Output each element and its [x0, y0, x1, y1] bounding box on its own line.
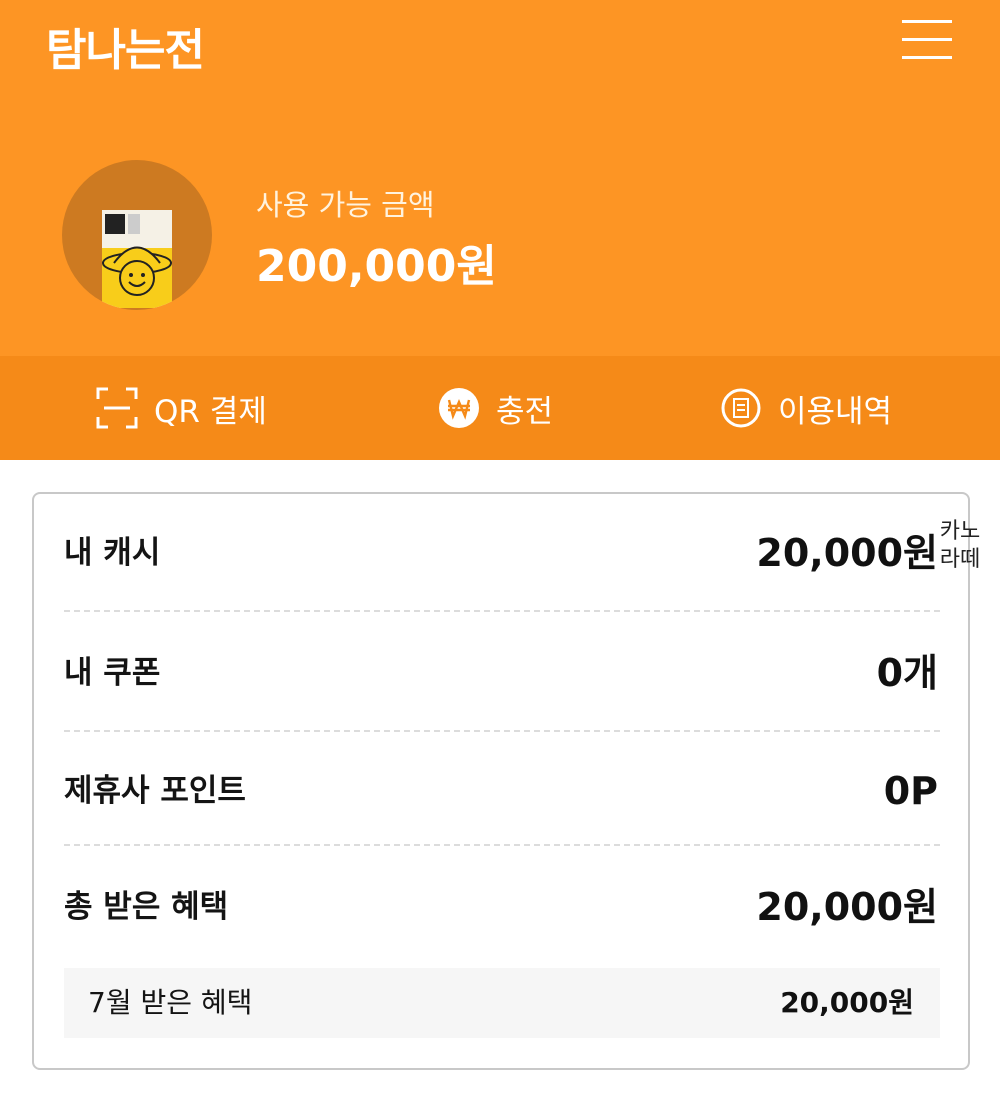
action-bar: QR 결제 충전 이용내역	[0, 356, 1000, 460]
hamburger-menu-icon-bar	[902, 38, 952, 41]
qr-payment-label: QR 결제	[154, 393, 267, 430]
cash-row[interactable]: 내 캐시 20,000원	[64, 494, 940, 612]
app-title: 탐나는전	[46, 25, 205, 76]
won-circle-icon	[439, 388, 479, 428]
monthly-benefit-value: 20,000원	[780, 986, 914, 1019]
watermark-line: 라떼	[939, 547, 981, 572]
charge-label: 충전	[496, 393, 554, 430]
total-benefit-row[interactable]: 총 받은 혜택 20,000원	[64, 848, 940, 966]
coupon-label: 내 쿠폰	[64, 655, 161, 691]
hamburger-menu-icon	[902, 20, 952, 23]
hamburger-menu-icon-bar	[902, 56, 952, 59]
monthly-benefit-label: 7월 받은 혜택	[88, 986, 253, 1019]
header-panel: 탐나는전 사용 가능 금액 200,000원	[0, 0, 1000, 356]
charge-button[interactable]: 충전	[438, 356, 553, 460]
history-list-icon	[721, 388, 761, 428]
history-label: 이용내역	[778, 393, 893, 430]
total-benefit-value: 20,000원	[756, 885, 938, 929]
row-divider	[64, 610, 940, 612]
coupon-row[interactable]: 내 쿠폰 0개	[64, 614, 940, 732]
menu-button[interactable]	[896, 12, 958, 66]
cash-value: 20,000원	[756, 531, 938, 575]
row-divider	[64, 844, 940, 846]
history-button[interactable]: 이용내역	[720, 356, 892, 460]
total-benefit-label: 총 받은 혜택	[64, 889, 229, 925]
balance-amount: 200,000원	[256, 241, 497, 292]
watermark-line: 카노	[939, 519, 981, 544]
watermark-text: 카노 라떼	[930, 518, 990, 574]
partner-points-value: 0P	[883, 769, 938, 813]
coupon-value: 0개	[876, 651, 938, 695]
summary-card: 내 캐시 20,000원 내 쿠폰 0개 제휴사 포인트 0P 총 받은 혜택 …	[32, 492, 970, 1070]
balance-label: 사용 가능 금액	[256, 188, 435, 222]
monthly-benefit-row: 7월 받은 혜택 20,000원	[64, 968, 940, 1038]
character-card-icon	[102, 210, 172, 308]
qr-scan-icon	[96, 387, 138, 429]
cash-label: 내 캐시	[64, 535, 161, 571]
qr-payment-button[interactable]: QR 결제	[96, 356, 267, 460]
partner-points-row[interactable]: 제휴사 포인트 0P	[64, 732, 940, 850]
partner-points-label: 제휴사 포인트	[64, 773, 246, 809]
avatar[interactable]	[62, 160, 212, 310]
